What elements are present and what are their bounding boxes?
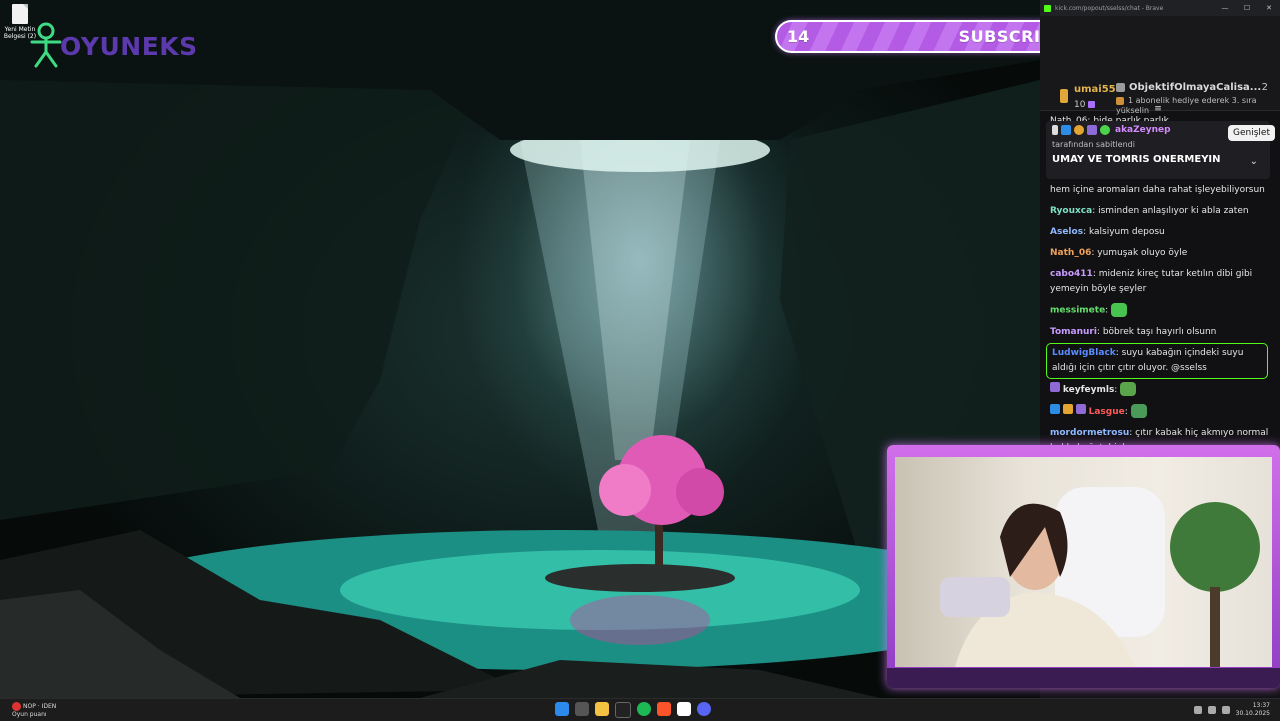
windows-taskbar: NOP · IDEN Oyun puanı 13:37 30.10.2025 xyxy=(0,698,1280,721)
moderator-badge-icon xyxy=(1061,125,1071,135)
maximize-icon[interactable]: ☐ xyxy=(1236,4,1258,12)
discord-icon[interactable] xyxy=(697,702,711,716)
browser-title-bar: kick.com/popout/sselss/chat - Brave — ☐ … xyxy=(1040,0,1280,16)
emote-icon xyxy=(1120,382,1137,396)
chat-username[interactable]: mordormetrosu xyxy=(1050,428,1129,438)
chat-username[interactable]: Nath_06 xyxy=(1050,248,1091,258)
chevron-down-icon[interactable]: ⌄ xyxy=(1250,156,1258,167)
chat-message: keyfeymls: xyxy=(1040,379,1280,401)
chat-message: Aselos: kalsiyum deposu xyxy=(1050,227,1165,237)
leaderboard-gifter[interactable]: ObjektifOlmayaCalisa... xyxy=(1116,82,1261,93)
pinned-author[interactable]: akaZeynep xyxy=(1115,125,1171,135)
pinned-text: UMAY VE TOMRIS ONERMEYIN xyxy=(1052,154,1221,165)
chat-messages: hem içine aromaları daha rahat işleyebil… xyxy=(1040,180,1280,459)
volume-icon[interactable] xyxy=(1221,706,1230,714)
spotify-icon[interactable] xyxy=(637,702,651,716)
chat-message: Ryouxca: isminden anlaşılıyor ki abla za… xyxy=(1050,206,1249,216)
expand-tooltip: Genişlet xyxy=(1228,125,1275,141)
pinned-author-row: akaZeynep xyxy=(1052,125,1171,135)
chat-username[interactable]: Tomanuri xyxy=(1050,327,1097,337)
rank-badge-icon xyxy=(1116,82,1125,92)
chat-message: hem içine aromaları daha rahat işleyebil… xyxy=(1050,185,1265,195)
sub-badge-icon xyxy=(1074,125,1084,135)
sub-badge-icon xyxy=(1062,403,1073,414)
clock[interactable]: 13:37 30.10.2025 xyxy=(1236,702,1270,718)
tray-arrow-icon[interactable] xyxy=(1193,706,1202,714)
crown-badge-icon xyxy=(1087,125,1097,135)
moderator-badge-icon xyxy=(1050,403,1060,414)
edge-icon[interactable] xyxy=(677,702,691,716)
verified-badge-icon xyxy=(1100,125,1110,135)
webcam-overlay xyxy=(887,445,1280,688)
leaderboard-top-user-count: 10 xyxy=(1074,100,1096,110)
cave-background-scene xyxy=(0,0,1040,698)
chat-username[interactable]: Aselos xyxy=(1050,227,1083,237)
cave-illustration xyxy=(0,0,1040,698)
chat-username[interactable]: keyfeymls xyxy=(1063,385,1114,395)
stick-figure-logo-icon xyxy=(30,22,62,68)
cut-off-message: Nath_06: bide parlık parlık xyxy=(1050,116,1169,121)
leaderboard-gifter-count: 2 xyxy=(1261,82,1268,93)
gift-leaderboard: umai55 10 ObjektifOlmayaCalisa... 2 1 ab… xyxy=(1040,16,1280,115)
weather-icon xyxy=(12,702,21,711)
chat-username[interactable]: cabo411 xyxy=(1050,269,1093,279)
network-icon[interactable] xyxy=(1207,706,1216,714)
chat-username[interactable]: LudwigBlack xyxy=(1052,348,1116,358)
pin-icon xyxy=(1052,125,1058,135)
streamer-illustration xyxy=(940,487,1260,667)
emote-icon xyxy=(1111,303,1128,317)
oyuneks-logo: OYUNEKS xyxy=(28,22,198,70)
pinned-by-label: tarafından sabitlendi xyxy=(1052,140,1135,149)
brave-icon[interactable] xyxy=(657,702,671,716)
gift-badge-icon xyxy=(1116,96,1124,105)
chat-username[interactable]: Lasgue xyxy=(1089,407,1125,417)
browser-url: kick.com/popout/sselss/chat - Brave xyxy=(1055,4,1164,12)
crown-badge-icon xyxy=(1050,381,1060,392)
gift-icon xyxy=(1088,101,1096,108)
webcam-video xyxy=(895,457,1272,667)
close-icon[interactable]: ✕ xyxy=(1258,4,1280,12)
minimize-icon[interactable]: — xyxy=(1214,4,1236,12)
webcam-bottom-bar xyxy=(887,668,1280,688)
obs-icon[interactable] xyxy=(615,702,631,718)
chat-message: Lasgue: xyxy=(1040,401,1280,423)
chat-message: cabo411: mideniz kireç tutar ketılın dib… xyxy=(1050,269,1253,294)
chat-message: Tomanuri: böbrek taşı hayırlı olsunn xyxy=(1050,326,1217,337)
chat-message: messimete: xyxy=(1040,300,1280,322)
trophy-icon xyxy=(1060,89,1068,103)
start-icon[interactable] xyxy=(555,702,569,716)
crown-badge-icon xyxy=(1075,403,1086,414)
file-explorer-icon[interactable] xyxy=(595,702,609,716)
leaderboard-top-user[interactable]: umai55 xyxy=(1074,84,1116,95)
kick-favicon-icon xyxy=(1044,4,1051,12)
task-view-icon[interactable] xyxy=(575,702,589,716)
chat-message: Nath_06: yumuşak oluyo öyle xyxy=(1050,248,1188,258)
chat-message-mention: LudwigBlack: suyu kabağın içindeki suyu … xyxy=(1046,342,1268,379)
system-tray: 13:37 30.10.2025 xyxy=(1193,702,1270,718)
taskbar-apps xyxy=(555,702,711,718)
chat-username[interactable]: Ryouxca xyxy=(1050,206,1092,216)
logo-text: OYUNEKS xyxy=(60,31,198,61)
emote-icon xyxy=(1130,404,1147,418)
text-file-icon xyxy=(12,4,28,24)
chat-username[interactable]: messimete xyxy=(1050,306,1105,316)
weather-widget[interactable]: NOP · IDEN Oyun puanı xyxy=(12,702,56,719)
